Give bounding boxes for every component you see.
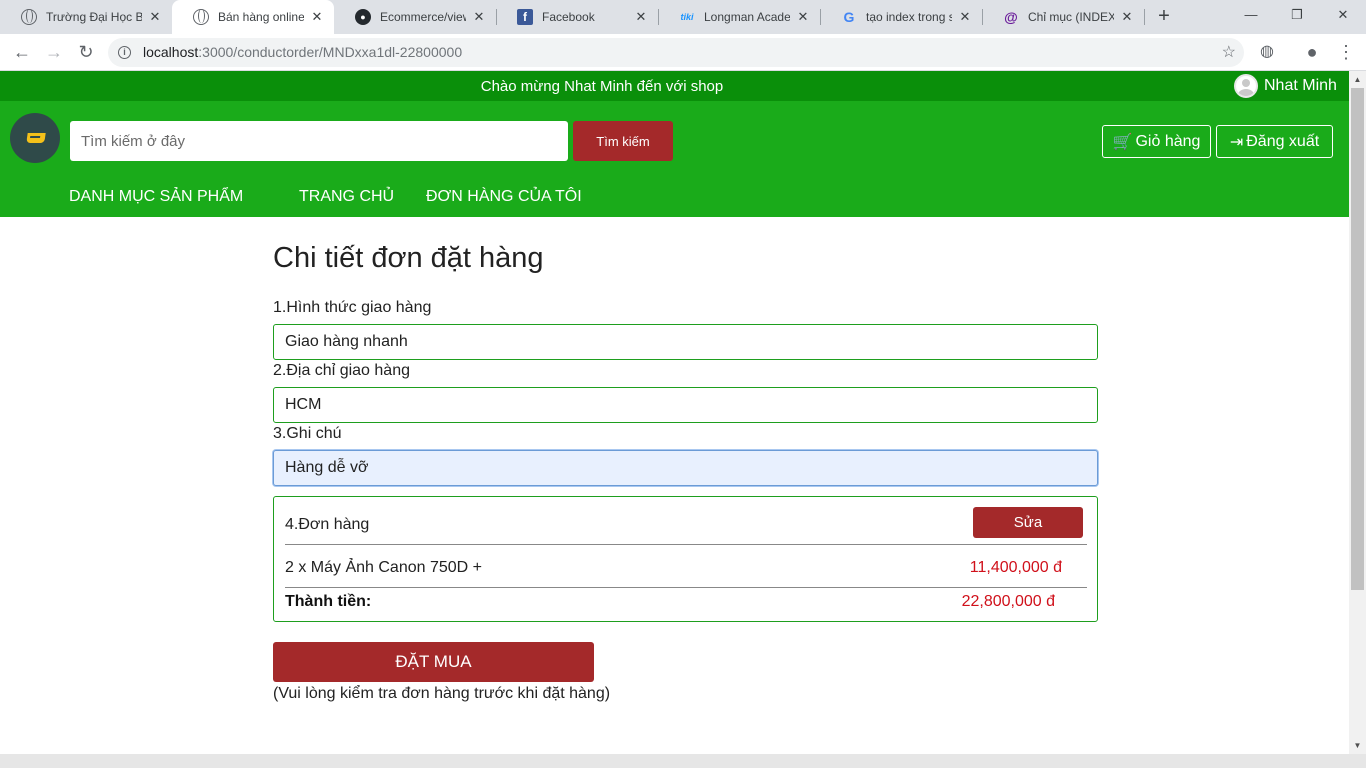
forward-arrow-icon[interactable]: → [42,40,66,64]
browser-toolbar: ← → ↻ i localhost:3000/conductorder/MNDx… [0,34,1366,71]
scroll-down-arrow-icon[interactable]: ▼ [1349,737,1366,754]
welcome-text: Chào mừng Nhat Minh đến với shop [480,78,724,95]
tiki-icon: tiki [680,12,694,22]
profile-icon[interactable]: ● [1300,40,1324,64]
close-icon[interactable]: ✕ [148,9,162,25]
logout-button[interactable]: ⇥ Đăng xuất [1216,125,1333,158]
menu-kebab-icon[interactable]: ⋮ [1334,40,1358,64]
browser-tab[interactable]: tiki Longman Academ ✕ [658,0,820,34]
nav-home[interactable]: TRANG CHỦ [299,188,394,206]
close-icon[interactable]: ✕ [310,9,324,25]
close-window-button[interactable]: ✕ [1320,0,1366,30]
close-icon[interactable]: ✕ [958,9,972,25]
tab-separator [1144,9,1145,25]
info-icon[interactable]: i [118,46,131,59]
tab-title: Longman Academ [704,10,790,24]
tab-title: Facebook [542,10,595,24]
globe-icon [21,9,37,25]
globe-icon [193,9,209,25]
back-arrow-icon[interactable]: ← [10,40,34,64]
tab-title: Chỉ mục (INDEX) tr [1028,10,1114,24]
close-icon[interactable]: ✕ [1120,9,1134,25]
user-menu[interactable]: Nhat Minh [1234,74,1337,98]
page-title: Chi tiết đơn đặt hàng [273,242,544,274]
site-header: Tìm kiếm 🛒 Giỏ hàng ⇥ Đăng xuất DANH MỤC… [0,101,1349,217]
sign-out-icon: ⇥ [1229,133,1244,151]
address-field[interactable]: HCM [273,387,1098,423]
new-tab-button[interactable]: + [1153,6,1175,28]
total-value: 22,800,000 đ [961,593,1055,610]
shipping-method-label: 1.Hình thức giao hàng [273,299,432,316]
tab-title: tạo index trong sq [866,10,952,24]
browser-tab-strip: Trường Đại Học Bá ✕ Bán hàng online ✕ ● … [0,0,1366,34]
cart-button[interactable]: 🛒 Giỏ hàng [1102,125,1211,158]
tab-title: Ecommerce/views [380,10,466,24]
scrollbar-thumb[interactable] [1351,88,1364,590]
order-check-note: (Vui lòng kiểm tra đơn hàng trước khi đặ… [273,685,611,702]
order-item: 2 x Máy Ảnh Canon 750D + [285,559,483,576]
browser-tab[interactable]: G tạo index trong sq ✕ [820,0,982,34]
shop-logo[interactable] [10,113,60,163]
divider [285,587,1087,588]
browser-tab[interactable]: Trường Đại Học Bá ✕ [0,0,172,34]
search-button[interactable]: Tìm kiếm [573,121,673,161]
tab-title: Trường Đại Học Bá [46,10,142,24]
shipping-method-field[interactable]: Giao hàng nhanh [273,324,1098,360]
restore-button[interactable]: ❐ [1274,0,1320,30]
scroll-up-arrow-icon[interactable]: ▲ [1349,71,1366,88]
browser-tab[interactable]: ● Ecommerce/views ✕ [334,0,496,34]
place-order-button[interactable]: ĐẶT MUA [273,642,594,682]
address-bar[interactable]: i localhost:3000/conductorder/MNDxxa1dl-… [108,38,1244,67]
order-summary: 4.Đơn hàng Sửa 2 x Máy Ảnh Canon 750D + … [273,496,1098,622]
nav-my-orders[interactable]: ĐƠN HÀNG CỦA TÔI [426,188,582,206]
note-label: 3.Ghi chú [273,425,342,442]
nav-product-categories[interactable]: DANH MỤC SẢN PHẨM [69,188,243,206]
reload-icon[interactable]: ↻ [74,40,98,64]
bookmark-star-icon[interactable]: ☆ [1222,38,1236,67]
edit-order-button[interactable]: Sửa [973,507,1083,538]
url-text: localhost:3000/conductorder/MNDxxa1dl-22… [143,44,463,60]
browser-tab[interactable]: @ Chỉ mục (INDEX) tr ✕ [982,0,1144,34]
at-icon: @ [1004,9,1018,25]
welcome-bar: Chào mừng Nhat Minh đến với shop Nhat Mi… [0,71,1349,101]
order-item-price: 11,400,000 đ [969,559,1062,576]
divider [285,544,1087,545]
close-icon[interactable]: ✕ [634,9,648,25]
cart-button-label: Giỏ hàng [1135,132,1201,150]
close-icon[interactable]: ✕ [472,9,486,25]
browser-tab[interactable]: f Facebook ✕ [496,0,658,34]
minimize-button[interactable]: — [1228,0,1274,30]
facebook-icon: f [517,9,533,25]
avatar [1234,74,1258,98]
address-label: 2.Địa chỉ giao hàng [273,362,410,379]
shopping-cart-icon: 🛒 [1112,133,1133,151]
total-label: Thành tiền: [285,593,372,610]
browser-tab-active[interactable]: Bán hàng online ✕ [172,0,334,34]
tab-title: Bán hàng online [218,10,304,24]
google-icon: G [843,9,855,25]
order-title: 4.Đơn hàng [285,516,370,533]
logout-button-label: Đăng xuất [1246,132,1320,150]
user-name: Nhat Minh [1264,77,1337,94]
search-input[interactable] [70,121,568,161]
cart-logo-icon [26,133,46,143]
extension-icon[interactable]: ◍ [1255,40,1279,64]
close-icon[interactable]: ✕ [796,9,810,25]
horizontal-scrollbar[interactable] [0,754,1366,768]
github-icon: ● [355,9,371,25]
note-field[interactable]: Hàng dễ vỡ [273,450,1098,486]
